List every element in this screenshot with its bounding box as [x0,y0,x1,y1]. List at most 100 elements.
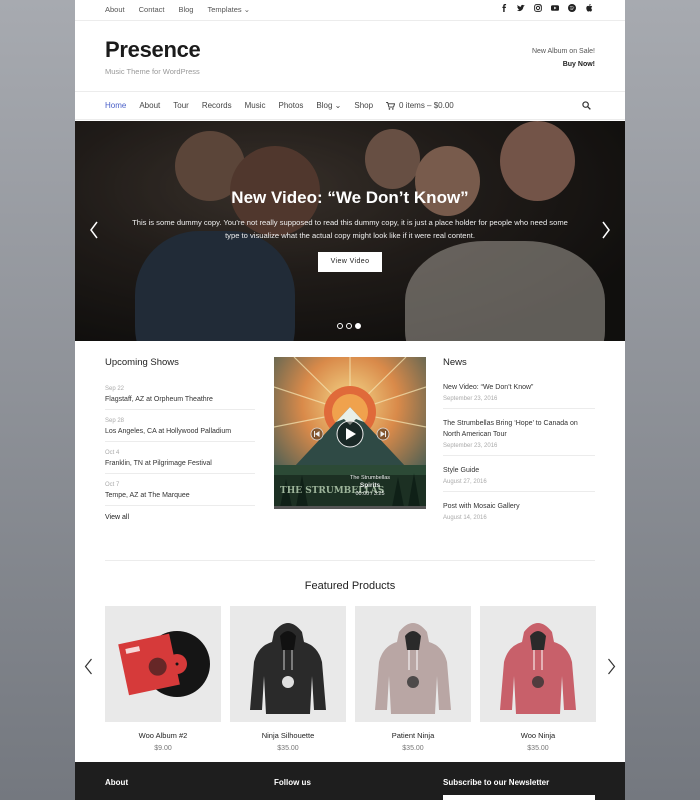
news-title[interactable]: The Strumbellas Bring ‘Hope’ to Canada o… [443,418,595,440]
hero-slider: New Video: “We Don’t Know” This is some … [75,121,625,341]
product-image [480,606,596,722]
next-track-icon[interactable] [376,427,390,441]
view-all-shows-link[interactable]: View all [105,514,255,521]
show-venue[interactable]: Franklin, TN at Pilgrimage Festival [105,460,255,467]
top-link-templates[interactable]: Templates ⌄ [207,5,250,14]
track-artist: The Strumbellas [349,475,391,481]
product-name: Ninja Silhouette [261,731,315,740]
product-name: Woo Album #2 [138,731,188,740]
show-date: Oct 4 [105,450,120,456]
product-name: Patient Ninja [391,731,435,740]
nav-item-blog-label: Blog [316,101,333,110]
progress-bar[interactable] [274,506,426,509]
news-date: August 27, 2016 [443,479,487,485]
cart-summary: 0 items – $0.00 [399,101,454,110]
show-item: Oct 7 Tempe, AZ at The Marquee [105,474,255,506]
youtube-icon[interactable] [551,4,559,12]
nav-item-records[interactable]: Records [202,101,232,110]
featured-products-heading: Featured Products [304,580,396,592]
slider-dots [337,323,361,329]
product-price: $9.00 [154,745,172,752]
news-title[interactable]: New Video: “We Don’t Know” [443,382,595,393]
news-title[interactable]: Style Guide [443,465,595,476]
nav-item-home[interactable]: Home [105,101,126,110]
social-links [500,4,593,12]
header-promo[interactable]: New Album on Sale! Buy Now! [532,45,595,71]
product-card[interactable]: Patient Ninja $35.00 [355,606,471,752]
product-card[interactable]: Woo Ninja $35.00 [480,606,596,752]
player-controls [310,420,390,448]
top-link-contact[interactable]: Contact [139,5,165,14]
main-nav: Home About Tour Records Music Photos Blo… [75,92,625,120]
hoodie-icon [250,623,326,714]
site-title[interactable]: Presence [105,37,201,63]
nav-item-shop[interactable]: Shop [354,101,373,110]
hero-title: New Video: “We Don’t Know” [231,188,469,207]
chevron-left-icon[interactable] [89,221,99,239]
news-item: New Video: “We Don’t Know” September 23,… [443,373,595,409]
promo-line: New Album on Sale! [531,48,595,55]
show-item: Oct 4 Franklin, TN at Pilgrimage Festiva… [105,442,255,474]
track-title: Spirits [359,482,381,489]
newsletter-email-field[interactable] [443,795,595,800]
apple-icon[interactable] [585,4,593,12]
show-date: Oct 7 [105,482,120,488]
product-price: $35.00 [527,745,549,752]
show-venue[interactable]: Los Angeles, CA at Hollywood Palladium [105,428,255,435]
slider-dot-active[interactable] [355,323,361,329]
footer-follow-heading: Follow us [274,778,311,787]
show-venue[interactable]: Tempe, AZ at The Marquee [105,492,255,499]
top-link-about[interactable]: About [105,5,125,14]
nav-links: Home About Tour Records Music Photos Blo… [105,101,454,110]
nav-item-tour[interactable]: Tour [173,101,189,110]
news-heading: News [443,357,467,368]
shows-heading: Upcoming Shows [105,357,179,368]
buy-now-link[interactable]: Buy Now! [532,58,595,71]
product-card[interactable]: Ninja Silhouette $35.00 [230,606,346,752]
show-venue[interactable]: Flagstaff, AZ at Orpheum Theathre [105,396,255,403]
view-video-button[interactable]: View Video [318,252,382,272]
news-section: News New Video: “We Don’t Know” Septembe… [443,357,595,527]
nav-item-photos[interactable]: Photos [279,101,304,110]
hoodie-icon [375,623,451,714]
nav-item-music[interactable]: Music [245,101,266,110]
top-bar: About Contact Blog Templates ⌄ [75,0,625,21]
chevron-down-icon: ⌄ [243,5,251,14]
hoodie-icon [500,623,576,714]
nav-item-blog[interactable]: Blog ⌄ [316,101,341,110]
show-item: Sep 28 Los Angeles, CA at Hollywood Pall… [105,410,255,442]
product-name: Woo Ninja [520,731,556,740]
hero-copy: This is some dummy copy. You’re not real… [132,218,568,240]
show-item: Sep 22 Flagstaff, AZ at Orpheum Theathre [105,378,255,410]
page: About Contact Blog Templates ⌄ Presence … [75,0,625,800]
cart-icon [386,101,396,110]
search-icon[interactable] [582,101,591,110]
chevron-left-icon[interactable] [84,658,93,675]
instagram-icon[interactable] [534,4,542,12]
twitter-icon[interactable] [517,4,525,12]
cart-link[interactable]: 0 items – $0.00 [386,101,454,110]
product-card[interactable]: Woo Album #2 $9.00 [105,606,221,752]
news-date: August 14, 2016 [443,515,487,521]
upcoming-shows: Upcoming Shows Sep 22 Flagstaff, AZ at O… [105,357,255,521]
site-tagline: Music Theme for WordPress [105,67,200,76]
track-time: 00:00 / 3:25 [355,491,385,497]
slider-dot[interactable] [337,323,343,329]
facebook-icon[interactable] [500,4,508,12]
news-title[interactable]: Post with Mosaic Gallery [443,501,595,512]
top-link-blog[interactable]: Blog [178,5,193,14]
chevron-right-icon[interactable] [607,658,616,675]
track-info: The Strumbellas Spirits 00:00 / 3:25 [334,474,406,498]
spotify-icon[interactable] [568,4,576,12]
news-date: September 23, 2016 [443,396,498,402]
previous-track-icon[interactable] [310,427,324,441]
nav-item-about[interactable]: About [139,101,160,110]
product-image [355,606,471,722]
section-divider [105,560,595,561]
chevron-down-icon: ⌄ [334,101,342,110]
play-icon[interactable] [336,420,364,448]
news-item: Style Guide August 27, 2016 [443,456,595,492]
chevron-right-icon[interactable] [601,221,611,239]
top-links: About Contact Blog Templates ⌄ [105,5,250,14]
slider-dot[interactable] [346,323,352,329]
